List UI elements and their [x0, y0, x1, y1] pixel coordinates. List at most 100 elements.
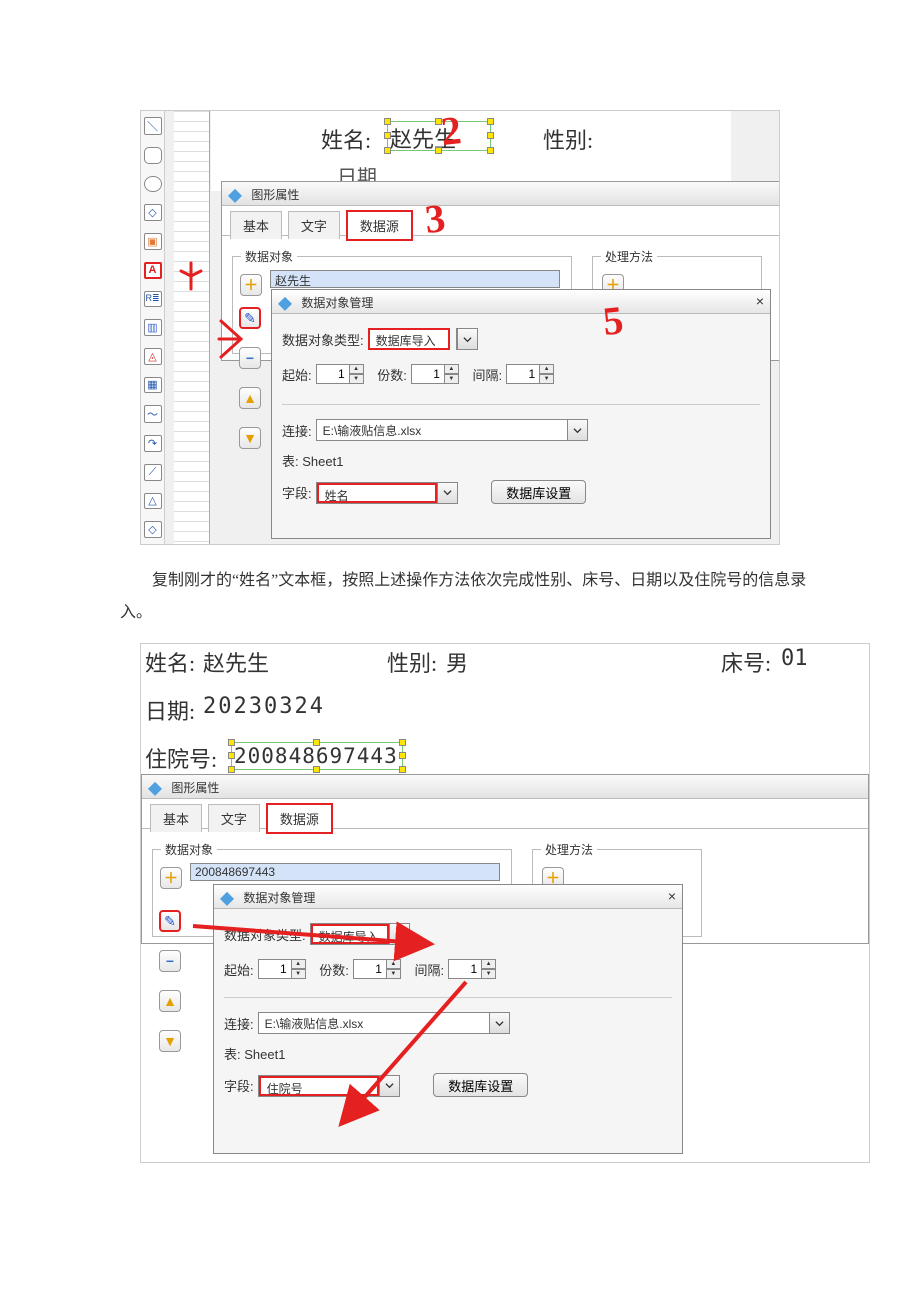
label-field: 字段: [282, 483, 312, 502]
window-title: 数据对象管理 × [214, 885, 682, 909]
design-canvas[interactable]: 姓名: 赵先生 性别: 日期 [211, 111, 731, 191]
chevron-down-icon [437, 483, 457, 503]
group-data-object: 数据对象 [241, 248, 297, 265]
tab-text[interactable]: 文字 [208, 804, 260, 832]
tool-barcode-icon[interactable]: ▥ [144, 319, 162, 336]
resize-handle[interactable] [228, 752, 235, 759]
move-up-button[interactable]: ▲ [159, 990, 181, 1012]
spinner-start[interactable]: ▲▼ [316, 364, 364, 384]
tool-richtext-icon[interactable]: R≣ [144, 291, 162, 308]
tool-circle-icon[interactable] [144, 176, 162, 193]
tab-basic[interactable]: 基本 [230, 211, 282, 239]
tool-image-icon[interactable]: ▣ [144, 233, 162, 250]
combo-field[interactable]: 住院号 [258, 1075, 400, 1097]
tool-roundrect-icon[interactable] [144, 147, 162, 164]
label-type: 数据对象类型: [282, 330, 364, 349]
db-settings-button[interactable]: 数据库设置 [433, 1073, 528, 1097]
panel-title: 图形属性 [222, 182, 780, 206]
move-up-button[interactable]: ▲ [239, 387, 261, 409]
tool-polyline-icon[interactable]: ⟋ [144, 464, 162, 481]
left-toolbar: ＼ ◇ ▣ A R≣ ▥ ◬ ▦ 〜 ↷ ⟋ △ ◇ [141, 111, 165, 544]
resize-handle[interactable] [228, 766, 235, 773]
resize-handle[interactable] [384, 132, 391, 139]
group-method: 处理方法 [601, 248, 657, 265]
tool-diamond-icon[interactable]: ◇ [144, 204, 162, 221]
textbox-name[interactable]: 赵先生 [387, 121, 491, 151]
move-down-button[interactable]: ▼ [239, 427, 261, 449]
resize-handle[interactable] [435, 147, 442, 154]
tool-curve-icon[interactable]: 〜 [144, 405, 162, 423]
resize-handle[interactable] [399, 752, 406, 759]
chevron-down-icon [379, 1076, 399, 1096]
tool-line-icon[interactable]: ＼ [144, 117, 162, 135]
resize-handle[interactable] [313, 766, 320, 773]
spinner-gap[interactable]: ▲▼ [448, 959, 496, 979]
combo-connection[interactable]: E:\输液贴信息.xlsx [316, 419, 588, 441]
chevron-down-icon[interactable] [457, 329, 477, 349]
value-name: 赵先生 [203, 646, 269, 678]
label-connection: 连接: [224, 1014, 254, 1033]
tab-basic[interactable]: 基本 [150, 804, 202, 832]
vertical-ruler [174, 111, 210, 544]
combo-type-arrow[interactable] [456, 328, 478, 350]
label-count: 份数: [319, 960, 349, 979]
tab-data[interactable]: 数据源 [266, 803, 333, 834]
value-date: 20230324 [203, 694, 325, 719]
label-gap: 间隔: [473, 365, 503, 384]
label-field: 字段: [224, 1076, 254, 1095]
spinner-count[interactable]: ▲▼ [353, 959, 401, 979]
panel-icon [148, 782, 162, 796]
remove-button[interactable]: − [159, 950, 181, 972]
combo-type[interactable]: 数据库导入 [368, 328, 450, 350]
value-gender: 男 [446, 646, 468, 678]
combo-type[interactable]: 数据库导入 [310, 923, 410, 945]
resize-handle[interactable] [399, 766, 406, 773]
textbox-hospital-id[interactable]: 200848697443 [231, 742, 403, 770]
tool-triangle-warn-icon[interactable]: ◬ [144, 348, 162, 365]
resize-handle[interactable] [487, 147, 494, 154]
panel-title: 图形属性 [142, 775, 868, 799]
resize-handle[interactable] [487, 118, 494, 125]
tool-table-icon[interactable]: ▦ [144, 377, 162, 394]
panel-tabs: 基本 文字 数据源 [222, 206, 780, 236]
spinner-gap[interactable]: ▲▼ [506, 364, 554, 384]
screenshot-2: 姓名: 赵先生 性别: 男 床号: 01 日期: 20230324 住院号: 2… [140, 643, 870, 1163]
window-icon [220, 892, 234, 906]
edit-button[interactable]: ✎ [239, 307, 261, 329]
tab-data[interactable]: 数据源 [346, 210, 413, 241]
panel-tabs: 基本 文字 数据源 [142, 799, 868, 829]
remove-button[interactable]: − [239, 347, 261, 369]
resize-handle[interactable] [313, 739, 320, 746]
add-button[interactable]: ＋ [160, 867, 182, 889]
resize-handle[interactable] [384, 147, 391, 154]
data-object-manage-window: 数据对象管理 × 数据对象类型: 数据库导入 起始: [271, 289, 771, 539]
resize-handle[interactable] [487, 132, 494, 139]
data-object-item[interactable]: 赵先生 [270, 270, 560, 288]
tab-text[interactable]: 文字 [288, 211, 340, 239]
tool-polygon-icon[interactable]: ◇ [144, 521, 162, 538]
label-bed: 床号: [721, 646, 771, 678]
label-date: 日期: [145, 694, 195, 726]
instruction-paragraph: 复制刚才的“姓名”文本框，按照上述操作方法依次完成性别、床号、日期以及住院号的信… [120, 565, 810, 629]
close-icon[interactable]: × [668, 889, 676, 903]
tool-triangle-icon[interactable]: △ [144, 493, 162, 510]
data-object-manage-window-2: 数据对象管理 × 数据对象类型: 数据库导入 起始: ▲▼ [213, 884, 683, 1154]
design-canvas-2[interactable]: 姓名: 赵先生 性别: 男 床号: 01 日期: 20230324 住院号: 2… [141, 644, 869, 774]
combo-connection[interactable]: E:\输液贴信息.xlsx [258, 1012, 510, 1034]
label-name: 姓名: [321, 123, 371, 155]
resize-handle[interactable] [399, 739, 406, 746]
add-button[interactable]: ＋ [240, 274, 262, 296]
resize-handle[interactable] [228, 739, 235, 746]
tool-arc-icon[interactable]: ↷ [144, 435, 162, 452]
data-object-item[interactable]: 200848697443 [190, 863, 500, 881]
close-icon[interactable]: × [756, 294, 764, 308]
spinner-count[interactable]: ▲▼ [411, 364, 459, 384]
combo-field[interactable]: 姓名 [316, 482, 458, 504]
edit-button[interactable]: ✎ [159, 910, 181, 932]
db-settings-button[interactable]: 数据库设置 [491, 480, 586, 504]
tool-text-icon[interactable]: A [144, 262, 162, 279]
resize-handle[interactable] [384, 118, 391, 125]
spinner-start[interactable]: ▲▼ [258, 959, 306, 979]
move-down-button[interactable]: ▼ [159, 1030, 181, 1052]
label-connection: 连接: [282, 421, 312, 440]
